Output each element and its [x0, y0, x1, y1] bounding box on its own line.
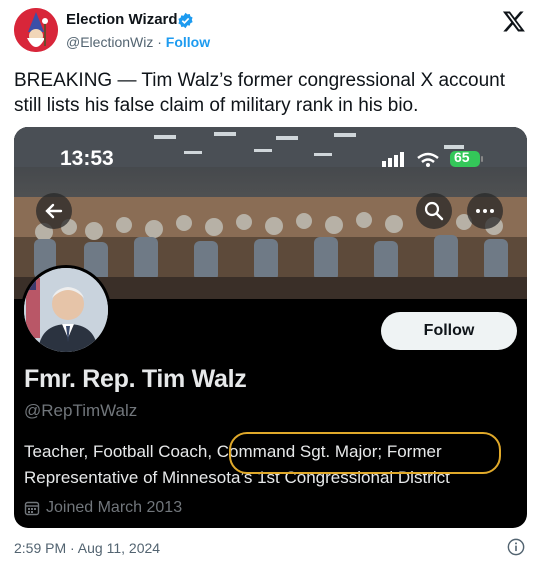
embedded-screenshot[interactable]: 13:53 65 Follow Fmr. Rep. Tim Walz @RepT… [14, 127, 527, 528]
bio-highlight-circle [229, 432, 501, 474]
more-icon [476, 209, 494, 213]
joined-date: Joined March 2013 [46, 499, 183, 516]
separator-dot: · [157, 34, 162, 50]
profile-name: Fmr. Rep. Tim Walz [24, 365, 247, 393]
verified-badge-icon [178, 12, 193, 29]
author-handle[interactable]: @ElectionWiz [66, 34, 153, 50]
tweet-text: BREAKING — Tim Walz’s former congression… [14, 70, 505, 116]
battery-level: 65 [454, 149, 470, 165]
back-arrow-icon [45, 203, 63, 219]
profile-avatar[interactable] [21, 265, 111, 355]
search-icon [424, 201, 444, 221]
status-bar-icons [382, 151, 483, 167]
info-icon[interactable] [507, 538, 525, 556]
calendar-icon [24, 501, 40, 516]
status-bar-time: 13:53 [60, 147, 114, 170]
back-button[interactable] [36, 193, 72, 229]
profile-follow-button[interactable]: Follow [381, 312, 517, 350]
more-button[interactable] [467, 193, 503, 229]
author-name[interactable]: Election Wizard [66, 11, 178, 28]
profile-handle: @RepTimWalz [24, 401, 138, 420]
follow-link[interactable]: Follow [166, 34, 210, 50]
author-avatar[interactable] [14, 8, 58, 52]
tweet-timestamp[interactable]: 2:59 PM · Aug 11, 2024 [14, 540, 160, 556]
author-handle-line: @ElectionWiz · Follow [66, 34, 210, 50]
search-button[interactable] [416, 193, 452, 229]
joined-date-row: Joined March 2013 [24, 499, 182, 517]
x-logo-icon[interactable] [502, 9, 526, 33]
